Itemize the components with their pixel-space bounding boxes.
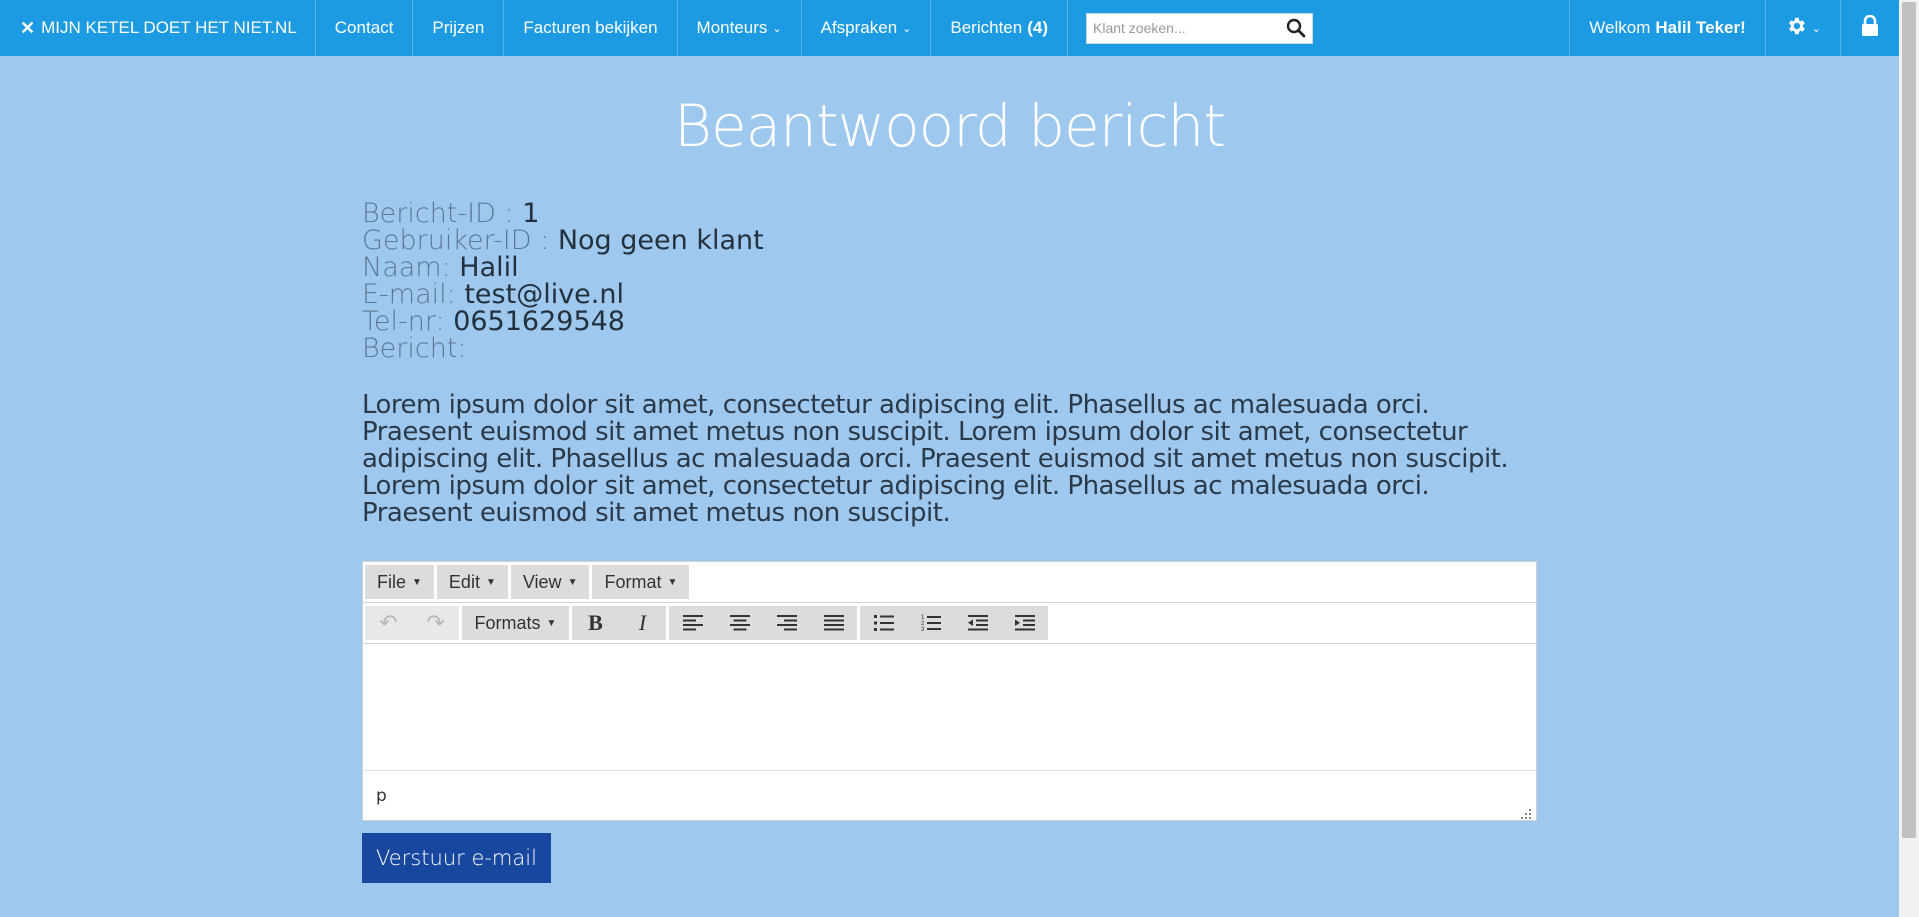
bold-icon: B bbox=[588, 610, 603, 635]
messages-count-badge: (4) bbox=[1027, 18, 1048, 37]
welcome-user[interactable]: Welkom Halil Teker! bbox=[1569, 0, 1764, 56]
caret-down-icon: ▼ bbox=[412, 576, 422, 588]
nav-afspraken-dropdown[interactable]: Afspraken ⌄ bbox=[802, 0, 932, 56]
align-left-icon bbox=[682, 615, 703, 631]
scrollbar-thumb[interactable] bbox=[1902, 2, 1916, 838]
detail-email: E-mail: test@live.nl bbox=[362, 281, 764, 308]
list-group: 123 bbox=[860, 606, 1048, 640]
nav-prijzen[interactable]: Prijzen bbox=[413, 0, 505, 56]
align-right-button[interactable] bbox=[763, 606, 810, 640]
indent-button[interactable] bbox=[1001, 606, 1048, 640]
nav-facturen-label: Facturen bekijken bbox=[523, 18, 658, 37]
menu-edit[interactable]: Edit ▼ bbox=[436, 565, 508, 599]
search-box bbox=[1086, 12, 1313, 44]
detail-message-id: Bericht-ID : 1 bbox=[362, 200, 764, 227]
brand-label: MIJN KETEL DOET HET NIET.NL bbox=[41, 18, 297, 37]
menu-format[interactable]: Format ▼ bbox=[592, 565, 690, 599]
search-icon[interactable] bbox=[1286, 18, 1306, 38]
page-title: Beantwoord bericht bbox=[673, 92, 1226, 160]
page-scrollbar[interactable] bbox=[1899, 0, 1919, 917]
detail-name: Naam: Halil bbox=[362, 254, 764, 281]
user-id-value: Nog geen klant bbox=[557, 225, 764, 256]
nav-contact-label: Contact bbox=[334, 18, 394, 37]
formats-group: Formats ▼ bbox=[462, 606, 569, 640]
chevron-down-icon: ⌄ bbox=[1811, 22, 1821, 35]
detail-user-id: Gebruiker-ID : Nog geen klant bbox=[362, 227, 764, 254]
svg-text:3: 3 bbox=[921, 627, 925, 632]
menu-edit-label: Edit bbox=[448, 571, 480, 592]
italic-icon: I bbox=[638, 610, 647, 635]
detail-message: Bericht: bbox=[362, 335, 764, 362]
nav-berichten-label: Berichten bbox=[950, 18, 1023, 37]
logout-button[interactable] bbox=[1840, 0, 1899, 56]
caret-down-icon: ▼ bbox=[567, 576, 578, 588]
bullet-list-icon bbox=[873, 615, 894, 631]
editor-content-area[interactable] bbox=[363, 644, 1536, 771]
outdent-icon bbox=[967, 615, 988, 631]
align-left-button[interactable] bbox=[669, 606, 716, 640]
align-justify-button[interactable] bbox=[810, 606, 857, 640]
user-name: Halil Teker! bbox=[1655, 18, 1746, 37]
message-details: Bericht-ID : 1 Gebruiker-ID : Nog geen k… bbox=[362, 200, 764, 362]
nav-contact[interactable]: Contact bbox=[316, 0, 414, 56]
bold-button[interactable]: B bbox=[572, 606, 619, 640]
brand-link[interactable]: ✕ MIJN KETEL DOET HET NIET.NL bbox=[0, 0, 316, 56]
settings-dropdown[interactable]: ⌄ bbox=[1764, 0, 1840, 56]
numbered-list-button[interactable]: 123 bbox=[907, 606, 954, 640]
phone-value: 0651629548 bbox=[453, 306, 625, 337]
history-group: ↶ ↷ bbox=[365, 606, 459, 640]
align-center-button[interactable] bbox=[716, 606, 763, 640]
nav-prijzen-label: Prijzen bbox=[432, 18, 485, 37]
redo-button[interactable]: ↷ bbox=[412, 606, 459, 640]
editor-toolbar: ↶ ↷ Formats ▼ B I 1 2 3 bbox=[363, 603, 1536, 644]
formats-label: Formats bbox=[474, 612, 541, 633]
message-label: Bericht: bbox=[362, 333, 467, 364]
gear-icon bbox=[1785, 15, 1807, 42]
nav-monteurs-label: Monteurs bbox=[696, 18, 768, 37]
menu-file[interactable]: File ▼ bbox=[365, 565, 434, 599]
caret-down-icon: ▼ bbox=[485, 576, 496, 588]
align-center-icon bbox=[729, 615, 750, 631]
caret-down-icon: ▼ bbox=[546, 617, 557, 629]
nav-berichten[interactable]: Berichten (4) bbox=[931, 0, 1068, 56]
welcome-prefix: Welkom bbox=[1589, 18, 1651, 37]
formats-dropdown[interactable]: Formats ▼ bbox=[462, 606, 569, 640]
caret-down-icon: ▼ bbox=[667, 576, 678, 588]
chevron-down-icon: ⌄ bbox=[902, 22, 912, 35]
resize-handle-icon[interactable] bbox=[1520, 805, 1532, 819]
nav-facturen[interactable]: Facturen bekijken bbox=[504, 0, 678, 56]
nav-right: Welkom Halil Teker! ⌄ bbox=[1569, 0, 1899, 56]
bullet-list-button[interactable] bbox=[860, 606, 907, 640]
chevron-down-icon: ⌄ bbox=[772, 22, 782, 35]
message-body: Lorem ipsum dolor sit amet, consectetur … bbox=[362, 390, 1509, 528]
lock-icon bbox=[1860, 14, 1880, 42]
align-justify-icon bbox=[823, 615, 844, 631]
indent-icon bbox=[1014, 615, 1035, 631]
style-group: B I bbox=[572, 606, 666, 640]
tools-icon: ✕ bbox=[20, 17, 36, 38]
menu-view[interactable]: View ▼ bbox=[510, 565, 590, 599]
italic-button[interactable]: I bbox=[619, 606, 666, 640]
align-group bbox=[669, 606, 857, 640]
send-email-button[interactable]: Verstuur e-mail bbox=[362, 833, 551, 883]
numbered-list-icon: 123 bbox=[921, 615, 941, 632]
search-area bbox=[1068, 0, 1313, 56]
menu-view-label: View bbox=[522, 571, 562, 592]
editor-menubar: File ▼ Edit ▼ View ▼ Format ▼ bbox=[363, 562, 1536, 603]
detail-phone: Tel-nr: 0651629548 bbox=[362, 308, 764, 335]
undo-icon: ↶ bbox=[379, 610, 398, 635]
redo-icon: ↷ bbox=[426, 610, 445, 635]
top-navbar: ✕ MIJN KETEL DOET HET NIET.NL Contact Pr… bbox=[0, 0, 1899, 56]
menu-file-label: File bbox=[377, 571, 407, 592]
nav-monteurs-dropdown[interactable]: Monteurs ⌄ bbox=[678, 0, 802, 56]
editor-statusbar: p bbox=[363, 771, 1536, 821]
menu-format-label: Format bbox=[604, 571, 662, 592]
element-path[interactable]: p bbox=[376, 786, 387, 806]
search-input[interactable] bbox=[1093, 20, 1286, 36]
nav-afspraken-label: Afspraken bbox=[820, 18, 898, 37]
outdent-button[interactable] bbox=[954, 606, 1001, 640]
undo-button[interactable]: ↶ bbox=[365, 606, 412, 640]
rich-text-editor: File ▼ Edit ▼ View ▼ Format ▼ ↶ ↷ Formats ▼ B… bbox=[362, 561, 1537, 821]
align-right-icon bbox=[776, 615, 797, 631]
